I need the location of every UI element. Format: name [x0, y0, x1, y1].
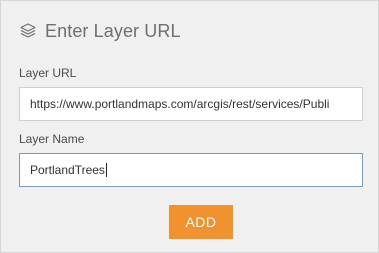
layer-url-value: https://www.portlandmaps.com/arcgis/rest…	[30, 97, 330, 111]
layer-url-label: Layer URL	[19, 66, 77, 80]
layer-name-label: Layer Name	[19, 132, 85, 146]
layer-name-input[interactable]: PortlandTrees	[19, 153, 363, 187]
text-caret	[105, 163, 107, 177]
add-layer-panel: Enter Layer URL Layer URL https://www.po…	[0, 0, 379, 253]
layers-icon	[19, 22, 37, 40]
add-button[interactable]: ADD	[169, 205, 233, 239]
layer-name-value: PortlandTrees	[30, 163, 105, 177]
layer-url-input[interactable]: https://www.portlandmaps.com/arcgis/rest…	[19, 87, 363, 121]
panel-header: Enter Layer URL	[19, 19, 181, 43]
panel-title: Enter Layer URL	[45, 20, 181, 41]
